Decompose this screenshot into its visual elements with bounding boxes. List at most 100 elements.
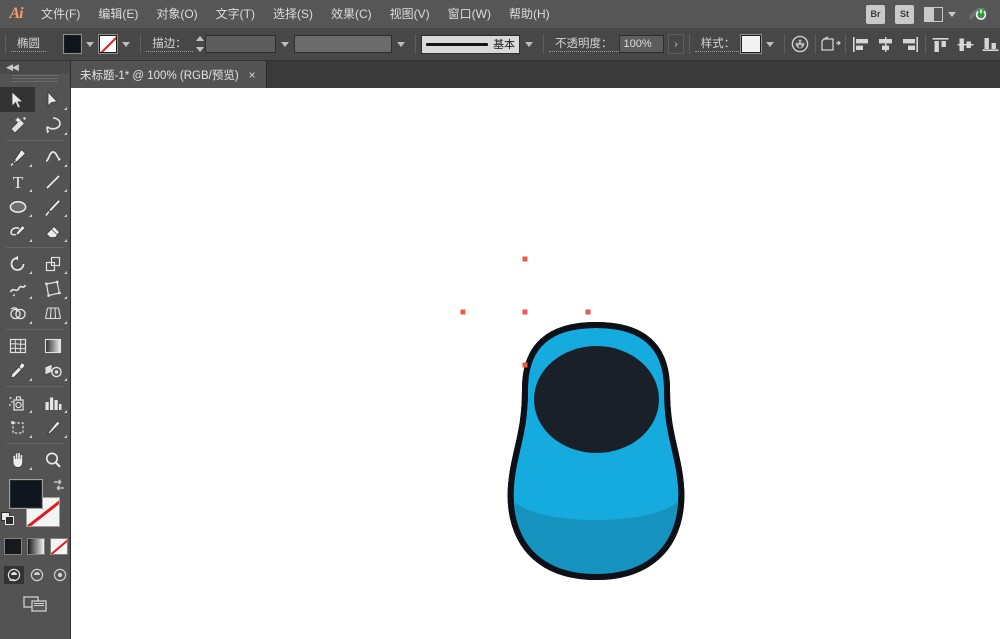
close-icon[interactable]: × [249,69,256,81]
divider [784,34,786,54]
tool-expand-indicator [64,132,67,135]
menu-help[interactable]: 帮助(H) [500,0,559,28]
panel-drag-handle[interactable] [12,75,58,84]
stock-button[interactable]: St [895,4,914,24]
mesh-tool[interactable] [0,333,35,358]
screen-modes-row [0,566,70,588]
zoom-tool[interactable] [35,447,70,472]
recolor-artwork-icon[interactable] [790,34,810,54]
column-graph-tool[interactable] [35,390,70,415]
shaper-tool[interactable] [0,219,35,244]
lasso-tool[interactable] [35,112,70,137]
stroke-weight-input[interactable] [204,35,276,53]
stroke-weight-chevron-down-icon[interactable] [280,41,289,47]
ai-logo-icon: Ai [9,5,23,22]
selection-tool[interactable] [0,87,35,112]
ellipse-tool[interactable] [0,194,35,219]
tool-expand-indicator [29,467,32,470]
scale-tool[interactable] [35,251,70,276]
menu-edit[interactable]: 编辑(E) [89,0,147,28]
opacity-label: 不透明度： [549,37,619,52]
brush-definition-input[interactable]: 基本 [421,34,521,54]
menu-type[interactable]: 文字(T) [207,0,264,28]
default-fill-stroke-icon[interactable] [1,512,15,526]
menu-view[interactable]: 视图(V) [381,0,439,28]
divider [140,34,142,54]
align-right-icon[interactable] [901,36,920,53]
control-bar: 椭圆 描边： 基本 不透明度： 100% › 样式： [0,28,1000,61]
tool-expand-indicator [64,435,67,438]
eraser-tool[interactable] [35,219,70,244]
change-screen-mode-icon[interactable] [22,594,48,612]
artboard-tool[interactable] [0,415,35,440]
align-horizontal-center-icon[interactable] [876,36,895,53]
document-tab[interactable]: 未标题-1* @ 100% (RGB/预览) × [70,61,267,88]
full-screen-mode[interactable] [50,566,70,584]
full-screen-menubar-mode[interactable] [27,566,47,584]
workspace-switcher-icon[interactable] [966,4,988,24]
tools-panel-header[interactable]: ◀◀ [0,61,70,74]
bridge-button[interactable]: Br [866,4,885,24]
stroke-weight-stepper[interactable] [195,36,205,52]
align-top-icon[interactable] [931,36,950,53]
style-chevron-down-icon[interactable] [766,41,775,47]
perspective-grid-tool[interactable] [35,301,70,326]
stroke-profile-input[interactable] [293,35,393,53]
shape-builder-tool[interactable] [0,301,35,326]
menu-window[interactable]: 窗口(W) [439,0,500,28]
gradient-tool[interactable] [35,333,70,358]
arrange-documents-button[interactable] [924,6,956,22]
stroke-weight-label: 描边： [146,37,193,52]
rotate-tool[interactable] [0,251,35,276]
magic-wand-tool[interactable] [0,112,35,137]
divider [6,140,64,141]
blend-tool[interactable] [35,358,70,383]
mouse-shape-illustration[interactable] [71,88,1000,639]
anchor-top[interactable] [522,256,528,262]
toolbar-fill-swatch[interactable] [9,479,43,509]
fill-swatch[interactable] [63,35,82,53]
normal-screen-mode[interactable] [4,566,24,584]
align-left-icon[interactable] [851,36,870,53]
paintbrush-tool[interactable] [35,194,70,219]
color-mode-icon[interactable] [4,538,22,555]
slice-tool[interactable] [35,415,70,440]
brush-chevron-down-icon[interactable] [525,41,534,47]
opacity-expand-icon[interactable]: › [668,34,684,54]
collapse-panel-icon[interactable]: ◀◀ [6,62,19,73]
align-bottom-icon[interactable] [981,36,1000,53]
tool-expand-indicator [29,164,32,167]
document-tab-title: 未标题-1* @ 100% (RGB/预览) [80,69,239,82]
menu-file[interactable]: 文件(F) [32,0,89,28]
width-tool[interactable] [0,276,35,301]
graphic-style-swatch[interactable] [741,35,762,53]
symbol-sprayer-tool[interactable] [0,390,35,415]
eyedropper-tool[interactable] [0,358,35,383]
opacity-input[interactable]: 100% [618,35,665,53]
pen-tool[interactable] [0,144,35,169]
stroke-swatch[interactable] [99,35,118,53]
transform-shape-icon[interactable] [821,35,841,53]
anchor-center[interactable] [522,309,528,315]
type-tool[interactable]: T [0,169,35,194]
none-mode-icon[interactable] [50,538,68,555]
curvature-tool[interactable] [35,144,70,169]
free-transform-tool[interactable] [35,276,70,301]
menu-select[interactable]: 选择(S) [264,0,322,28]
fill-chevron-down-icon[interactable] [86,41,95,47]
canvas-area[interactable] [71,88,1000,639]
tool-expand-indicator [29,239,32,242]
direct-selection-tool[interactable] [35,87,70,112]
stroke-profile-chevron-down-icon[interactable] [397,41,406,47]
swap-fill-stroke-icon[interactable] [52,478,66,492]
anchor-bottom[interactable] [522,362,528,368]
menu-object[interactable]: 对象(O) [147,0,206,28]
anchor-right[interactable] [585,309,591,315]
hand-tool[interactable] [0,447,35,472]
menu-effect[interactable]: 效果(C) [322,0,381,28]
anchor-left[interactable] [460,309,466,315]
gradient-mode-icon[interactable] [27,538,45,555]
stroke-chevron-down-icon[interactable] [122,41,131,47]
line-segment-tool[interactable] [35,169,70,194]
align-vertical-center-icon[interactable] [956,36,975,53]
